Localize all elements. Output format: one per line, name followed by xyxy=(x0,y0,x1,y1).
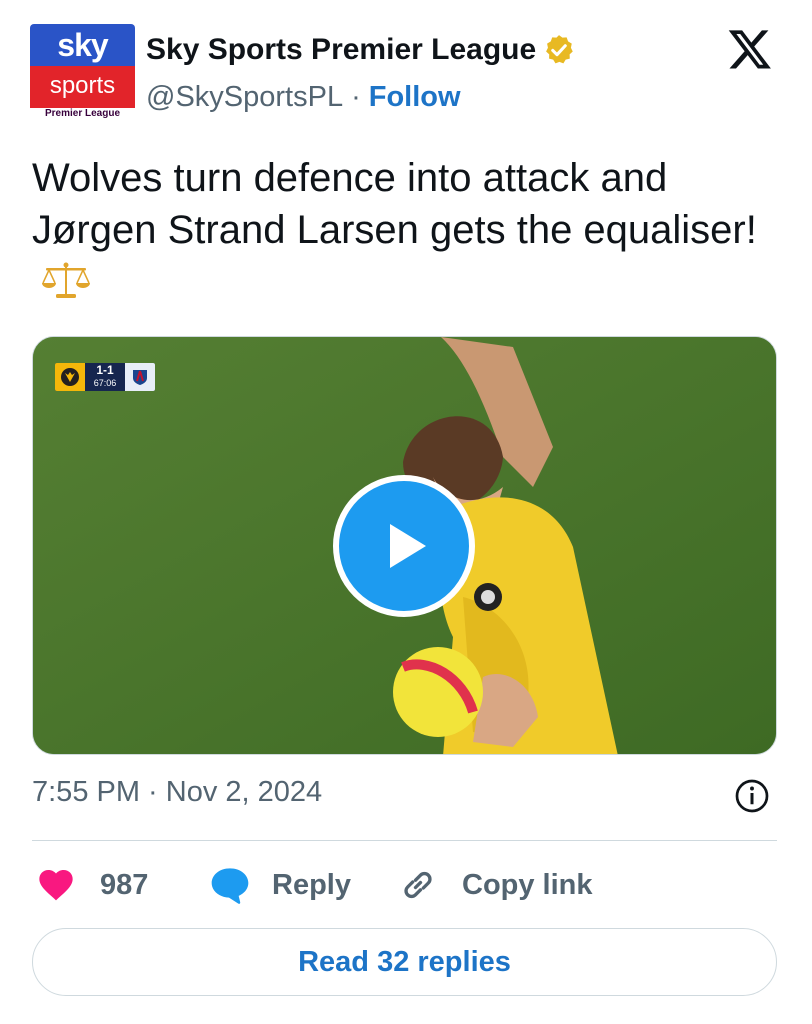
wolves-crest-icon xyxy=(55,363,85,391)
copy-link-label: Copy link xyxy=(462,868,593,901)
tweet-body: Wolves turn defence into attack and Jørg… xyxy=(32,156,757,252)
like-count: 987 xyxy=(100,868,149,901)
follow-button[interactable]: Follow xyxy=(369,81,461,114)
avatar-sky-text: sky xyxy=(57,27,108,63)
display-name[interactable]: Sky Sports Premier League xyxy=(146,33,536,67)
scorebug-score: 1-1 xyxy=(96,363,114,377)
x-logo-icon[interactable] xyxy=(726,26,774,72)
info-icon[interactable] xyxy=(734,778,770,814)
verified-badge-icon xyxy=(546,35,573,64)
scorebug-clock: 67:06 xyxy=(93,378,117,388)
link-icon xyxy=(404,871,432,899)
read-replies-label: Read 32 replies xyxy=(298,945,511,978)
separator-dot: · xyxy=(351,80,361,113)
like-button[interactable]: 987 xyxy=(36,860,148,910)
read-replies-button[interactable]: Read 32 replies xyxy=(32,928,777,996)
tweet-timestamp[interactable]: 7:55 PM · Nov 2, 2024 xyxy=(32,776,322,809)
divider xyxy=(32,840,777,841)
play-button[interactable] xyxy=(333,475,475,617)
copy-link-button[interactable]: Copy link xyxy=(398,860,593,910)
action-bar: 987 Reply Copy link xyxy=(36,860,776,910)
play-icon xyxy=(390,524,426,568)
crystal-palace-crest-icon xyxy=(125,363,155,391)
avatar-sports-text: sports xyxy=(49,72,116,99)
handle-row: @SkySportsPL · Follow xyxy=(146,78,461,116)
scorebug: 1-1 67:06 xyxy=(55,363,155,391)
tweet-card: sky sports Premier League Sky Sports Pre… xyxy=(0,0,812,1024)
author-name-row: Sky Sports Premier League xyxy=(146,30,576,70)
heart-icon xyxy=(39,870,73,901)
reply-bubble-icon xyxy=(211,868,249,904)
video-player[interactable]: 1-1 67:06 xyxy=(32,336,777,755)
tweet-text: Wolves turn defence into attack and Jørg… xyxy=(32,152,772,308)
avatar-premier-league-text: Premier League xyxy=(44,108,121,119)
avatar[interactable]: sky sports Premier League xyxy=(30,24,135,122)
balance-scale-icon xyxy=(42,262,90,298)
reply-button[interactable]: Reply xyxy=(208,860,351,910)
reply-label: Reply xyxy=(272,868,351,901)
handle[interactable]: @SkySportsPL xyxy=(146,81,343,114)
